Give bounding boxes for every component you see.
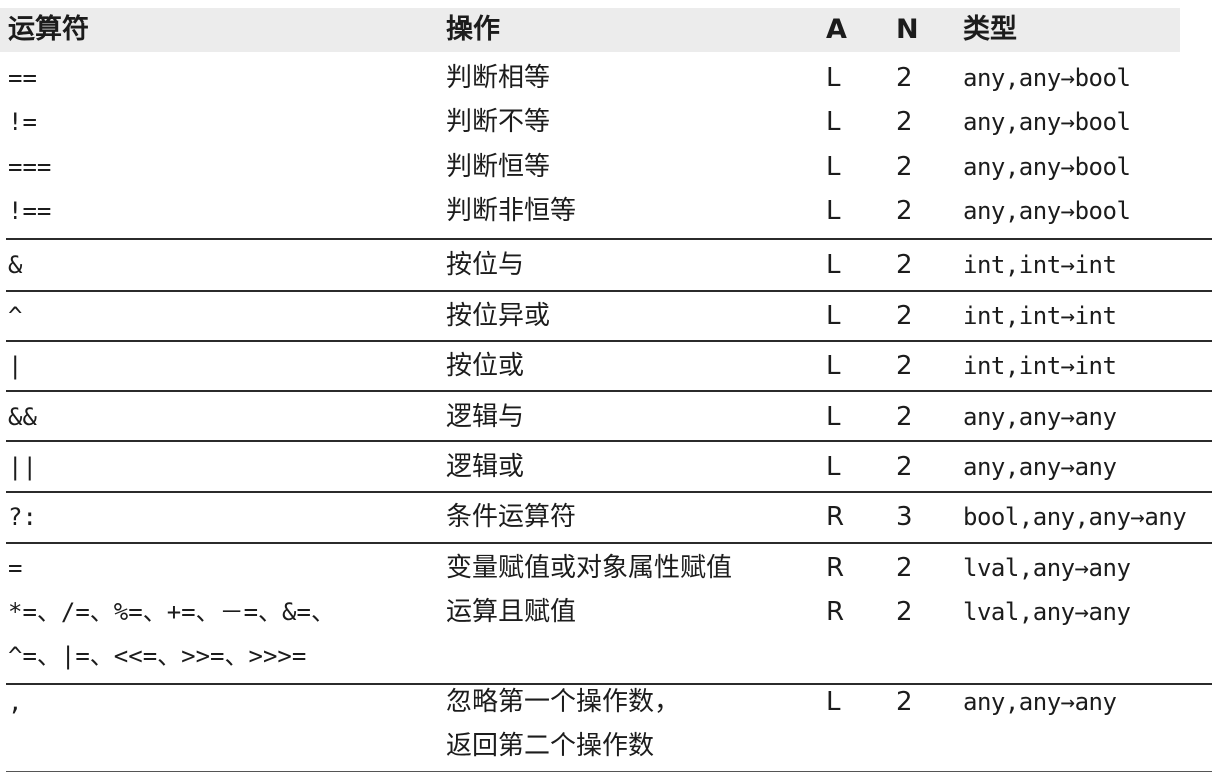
- associativity-cell: L: [826, 107, 841, 137]
- operator-cell: *=、/=、%=、+=、－=、&=、: [8, 598, 335, 626]
- operand-count-cell: 2: [896, 301, 913, 331]
- operation-cell: 忽略第一个操作数，: [446, 687, 681, 717]
- type-cell: any,any→bool: [963, 64, 1131, 92]
- table-header: 运算符 操作 A N 类型: [0, 8, 1180, 52]
- operand-count-cell: 2: [896, 63, 913, 93]
- operator-cell: |: [8, 352, 23, 380]
- operation-cell: 判断相等: [446, 63, 551, 93]
- associativity-cell: R: [826, 502, 845, 532]
- row-divider: [6, 771, 1212, 772]
- operator-cell: ,: [8, 688, 23, 716]
- type-cell: int,int→int: [963, 352, 1117, 380]
- operation-cell: 变量赋值或对象属性赋值: [446, 553, 733, 583]
- associativity-cell: R: [826, 553, 845, 583]
- operation-cell: 按位异或: [446, 301, 551, 331]
- operator-cell: ==: [8, 64, 37, 92]
- type-cell: any,any→bool: [963, 108, 1131, 136]
- operator-cell: ^: [8, 302, 23, 330]
- operation-cell: 逻辑或: [446, 452, 525, 482]
- operand-count-cell: 3: [896, 502, 913, 532]
- operation-cell: 逻辑与: [446, 402, 525, 432]
- associativity-cell: R: [826, 597, 845, 627]
- header-associativity: A: [826, 14, 847, 45]
- type-cell: int,int→int: [963, 251, 1117, 279]
- operand-count-cell: 2: [896, 597, 913, 627]
- row-divider: [6, 440, 1212, 442]
- operator-cell: ===: [8, 153, 52, 181]
- operator-cell: !=: [8, 108, 37, 136]
- operator-cell: &&: [8, 403, 37, 431]
- operator-cell: =: [8, 554, 23, 582]
- operator-cell: ||: [8, 453, 37, 481]
- operand-count-cell: 2: [896, 452, 913, 482]
- operation-cell: 运算且赋值: [446, 597, 577, 627]
- row-divider: [6, 290, 1212, 292]
- operand-count-cell: 2: [896, 250, 913, 280]
- operand-count-cell: 2: [896, 553, 913, 583]
- row-divider: [6, 491, 1212, 493]
- type-cell: int,int→int: [963, 302, 1117, 330]
- operation-cell: 按位与: [446, 250, 525, 280]
- row-divider: [6, 542, 1212, 544]
- operator-cell: ?:: [8, 503, 37, 531]
- operand-count-cell: 2: [896, 351, 913, 381]
- row-divider: [6, 683, 1212, 685]
- row-divider: [6, 238, 1212, 240]
- row-divider: [6, 340, 1212, 342]
- associativity-cell: L: [826, 196, 841, 226]
- type-cell: bool,any,any→any: [963, 503, 1187, 531]
- operation-cell: 判断不等: [446, 107, 551, 137]
- type-cell: any,any→any: [963, 688, 1117, 716]
- associativity-cell: L: [826, 250, 841, 280]
- associativity-cell: L: [826, 301, 841, 331]
- header-operand-count: N: [896, 14, 919, 45]
- operation-cell: 判断非恒等: [446, 196, 577, 226]
- operation-cell: 按位或: [446, 351, 525, 381]
- associativity-cell: L: [826, 402, 841, 432]
- associativity-cell: L: [826, 63, 841, 93]
- operand-count-cell: 2: [896, 107, 913, 137]
- header-type: 类型: [963, 14, 1017, 45]
- operand-count-cell: 2: [896, 687, 913, 717]
- operand-count-cell: 2: [896, 402, 913, 432]
- operation-cell: 条件运算符: [446, 502, 577, 532]
- associativity-cell: L: [826, 351, 841, 381]
- row-divider: [6, 390, 1212, 392]
- header-operator: 运算符: [8, 14, 89, 45]
- type-cell: any,any→any: [963, 403, 1117, 431]
- operation-cell: 判断恒等: [446, 152, 551, 182]
- operator-cell-line2: ^=、|=、<<=、>>=、>>>=: [8, 642, 307, 670]
- type-cell: lval,any→any: [963, 598, 1131, 626]
- operand-count-cell: 2: [896, 196, 913, 226]
- type-cell: any,any→bool: [963, 197, 1131, 225]
- type-cell: any,any→any: [963, 453, 1117, 481]
- operator-cell: !==: [8, 197, 52, 225]
- operand-count-cell: 2: [896, 152, 913, 182]
- header-operation: 操作: [446, 14, 500, 45]
- associativity-cell: L: [826, 152, 841, 182]
- operation-cell-line2: 返回第二个操作数: [446, 731, 655, 761]
- associativity-cell: L: [826, 687, 841, 717]
- associativity-cell: L: [826, 452, 841, 482]
- type-cell: lval,any→any: [963, 554, 1131, 582]
- operator-cell: &: [8, 251, 23, 279]
- type-cell: any,any→bool: [963, 153, 1131, 181]
